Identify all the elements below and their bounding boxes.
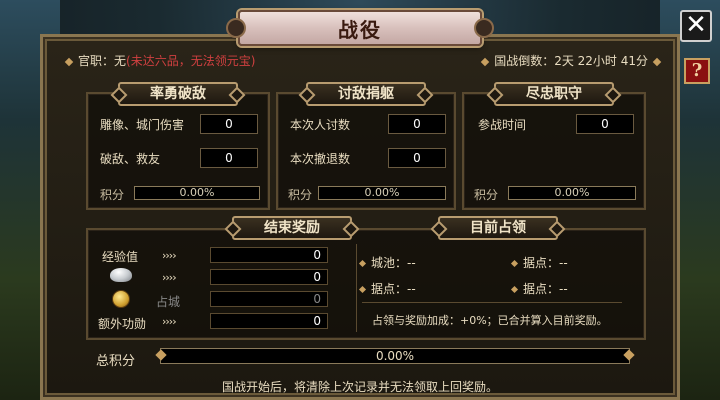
total-score-label: 总积分 xyxy=(96,354,136,369)
header-row: 官职：无(未达六品，无法领元宝) 国战倒数：2天 22小时 41分 xyxy=(56,50,664,70)
bullet-icon xyxy=(510,285,519,294)
window-title: 战役 xyxy=(338,17,382,42)
score-bar: 0.00% xyxy=(134,186,260,200)
occupation-text: 城池：-- xyxy=(371,256,416,270)
stat-value: 0 xyxy=(200,114,258,134)
reward-arrows: ›››› xyxy=(162,249,177,262)
panel-punish: 讨敌捐躯 本次人讨数 0 本次撤退数 0 积分 0.00% xyxy=(276,82,456,210)
close-button[interactable]: ✕ xyxy=(680,10,712,42)
divider xyxy=(356,244,357,332)
reward-arrows: ›››› xyxy=(162,315,177,328)
reward-value-merit: 0 xyxy=(210,313,328,329)
occupation-city: 城池：-- xyxy=(358,254,416,271)
stat-label: 雕像、城门伤害 xyxy=(100,118,185,132)
total-score-bar: 0.00% xyxy=(160,348,630,364)
bullet-icon xyxy=(480,57,490,66)
rank-info: 官职：无(未达六品，无法领元宝) xyxy=(64,52,256,69)
occupation-text: 据点：-- xyxy=(523,282,568,296)
stat-value: 0 xyxy=(200,148,258,168)
occupation-text: 据点：-- xyxy=(371,282,416,296)
occupation-stronghold: 据点：-- xyxy=(358,280,416,297)
ornament-icon xyxy=(226,18,246,38)
reward-value-city: 0 xyxy=(210,291,328,307)
bullet-icon xyxy=(64,57,74,66)
panel-title-rewards: 结束奖励 xyxy=(232,216,352,240)
reward-value-silver: 0 xyxy=(210,269,328,285)
footer-notice: 国战开始后，将清除上次记录并无法领取上回奖励。 xyxy=(221,380,498,394)
bullet-icon xyxy=(510,259,519,268)
stat-label: 本次撤退数 xyxy=(290,152,351,166)
score-label: 积分 xyxy=(100,188,125,202)
reward-arrows: ›››› xyxy=(162,271,177,284)
occupation-text: 据点：-- xyxy=(523,256,568,270)
occupation-note: 占领与奖励加成：+0%；已合并算入目前奖励。 xyxy=(372,314,608,327)
score-label: 积分 xyxy=(288,188,313,202)
panel-title-bravery: 率勇破敌 xyxy=(118,82,238,106)
score-label: 积分 xyxy=(474,188,499,202)
score-bar: 0.00% xyxy=(508,186,636,200)
stat-value: 0 xyxy=(388,148,446,168)
panel-title-loyalty: 尽忠职守 xyxy=(494,82,614,106)
silver-ingot-icon xyxy=(110,268,132,282)
occupation-stronghold: 据点：-- xyxy=(510,280,568,297)
divider xyxy=(362,302,622,303)
rank-label: 官职：无 xyxy=(78,54,127,68)
occupation-stronghold: 据点：-- xyxy=(510,254,568,271)
bullet-icon xyxy=(652,57,662,66)
stat-value: 0 xyxy=(388,114,446,134)
stat-label: 本次人讨数 xyxy=(290,118,351,132)
help-button[interactable]: ? xyxy=(684,58,710,84)
reward-label-exp: 经验值 xyxy=(102,250,139,264)
panel-title-punish: 讨敌捐躯 xyxy=(306,82,426,106)
panel-loyalty: 尽忠职守 参战时间 0 积分 0.00% xyxy=(462,82,646,210)
score-bar: 0.00% xyxy=(318,186,446,200)
ornament-icon xyxy=(474,18,494,38)
gold-coin-icon xyxy=(112,290,130,308)
title-plate: 战役 xyxy=(226,10,494,46)
bullet-icon xyxy=(358,259,367,268)
reward-label-city: 占城 xyxy=(156,295,181,309)
stat-label: 破敌、救友 xyxy=(100,152,161,166)
panel-bravery: 率勇破敌 雕像、城门伤害 0 破敌、救友 0 积分 0.00% xyxy=(86,82,270,210)
reward-label-merit: 额外功勋 xyxy=(98,317,147,331)
panel-title-occupation: 目前占领 xyxy=(438,216,558,240)
stat-value: 0 xyxy=(576,114,634,134)
countdown-text: 国战倒数：2天 22小时 41分 xyxy=(494,54,648,68)
bullet-icon xyxy=(358,285,367,294)
stat-label: 参战时间 xyxy=(478,118,527,132)
reward-value-exp: 0 xyxy=(210,247,328,263)
war-countdown: 国战倒数：2天 22小时 41分 xyxy=(480,52,662,69)
rank-warning: (未达六品，无法领元宝) xyxy=(126,54,256,68)
